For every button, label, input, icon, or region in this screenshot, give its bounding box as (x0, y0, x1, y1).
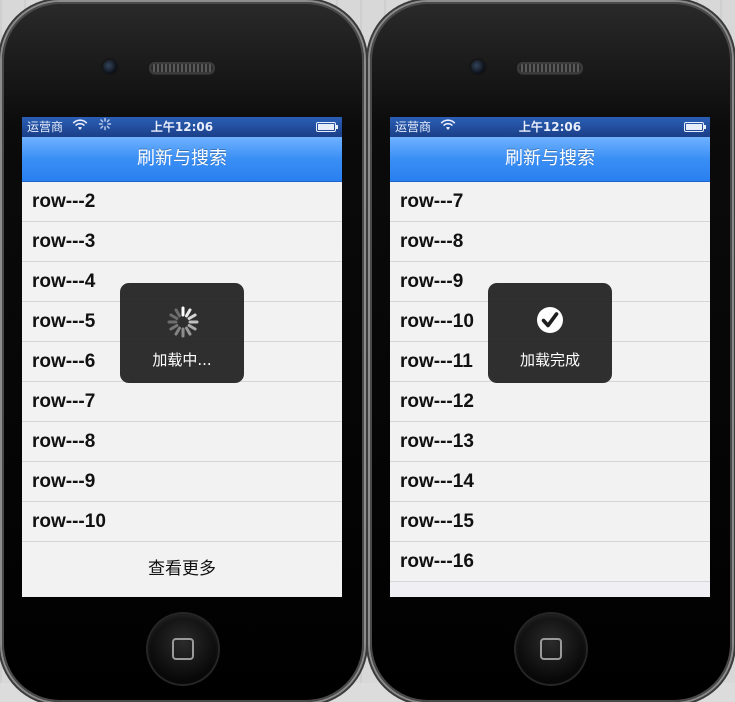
table-row[interactable]: row---12 (390, 382, 710, 422)
status-time: 上午12:06 (150, 120, 214, 134)
table-view[interactable]: row---2 row---3 row---4 row---5 row---6 … (22, 182, 342, 596)
navigation-bar-title: 刷新与搜索 (22, 137, 342, 182)
load-more-button[interactable]: 查看更多 (22, 542, 342, 596)
table-row[interactable]: row---2 (22, 182, 342, 222)
table-row[interactable]: row---8 (390, 222, 710, 262)
navigation-bar-title: 刷新与搜索 (390, 137, 710, 182)
screen-left: 运营商 上午12:06 刷新与搜索 row---2 row---3 row---… (22, 117, 342, 597)
table-row[interactable]: row---10 (22, 502, 342, 542)
status-bar: 运营商 上午12:06 (22, 117, 342, 137)
battery-fill (318, 124, 334, 130)
iphone-simulator-left: 运营商 上午12:06 刷新与搜索 row---2 row---3 row---… (2, 2, 364, 702)
hud-label: 加载完成 (519, 351, 580, 369)
table-row[interactable]: row---9 (22, 462, 342, 502)
battery-fill (686, 124, 702, 130)
completion-hud: 加载完成 (488, 283, 612, 383)
loading-hud: 加载中... (120, 283, 244, 383)
front-camera (103, 60, 117, 74)
home-square-icon (540, 638, 562, 660)
table-row[interactable]: row---13 (390, 422, 710, 462)
checkmark-icon (537, 307, 563, 333)
status-time: 上午12:06 (518, 120, 582, 134)
table-row[interactable]: row---8 (22, 422, 342, 462)
front-camera (471, 60, 485, 74)
spinner-icon (167, 306, 199, 338)
table-row[interactable]: row---14 (390, 462, 710, 502)
table-row[interactable]: row---16 (390, 542, 710, 582)
home-button[interactable] (148, 614, 218, 684)
table-row[interactable]: row---3 (22, 222, 342, 262)
status-bar: 运营商 上午12:06 (390, 117, 710, 137)
table-row[interactable]: row---7 (390, 182, 710, 222)
screen-right: 运营商 上午12:06 刷新与搜索 row---7 row---8 row---… (390, 117, 710, 597)
earpiece-speaker (517, 62, 583, 74)
table-row[interactable]: row---7 (22, 382, 342, 422)
hud-label: 加载中... (152, 351, 212, 369)
table-row[interactable]: row---15 (390, 502, 710, 542)
battery-icon (316, 122, 338, 132)
battery-icon (684, 122, 706, 132)
home-button[interactable] (516, 614, 586, 684)
earpiece-speaker (149, 62, 215, 74)
iphone-simulator-right: 运营商 上午12:06 刷新与搜索 row---7 row---8 row---… (370, 2, 732, 702)
home-square-icon (172, 638, 194, 660)
